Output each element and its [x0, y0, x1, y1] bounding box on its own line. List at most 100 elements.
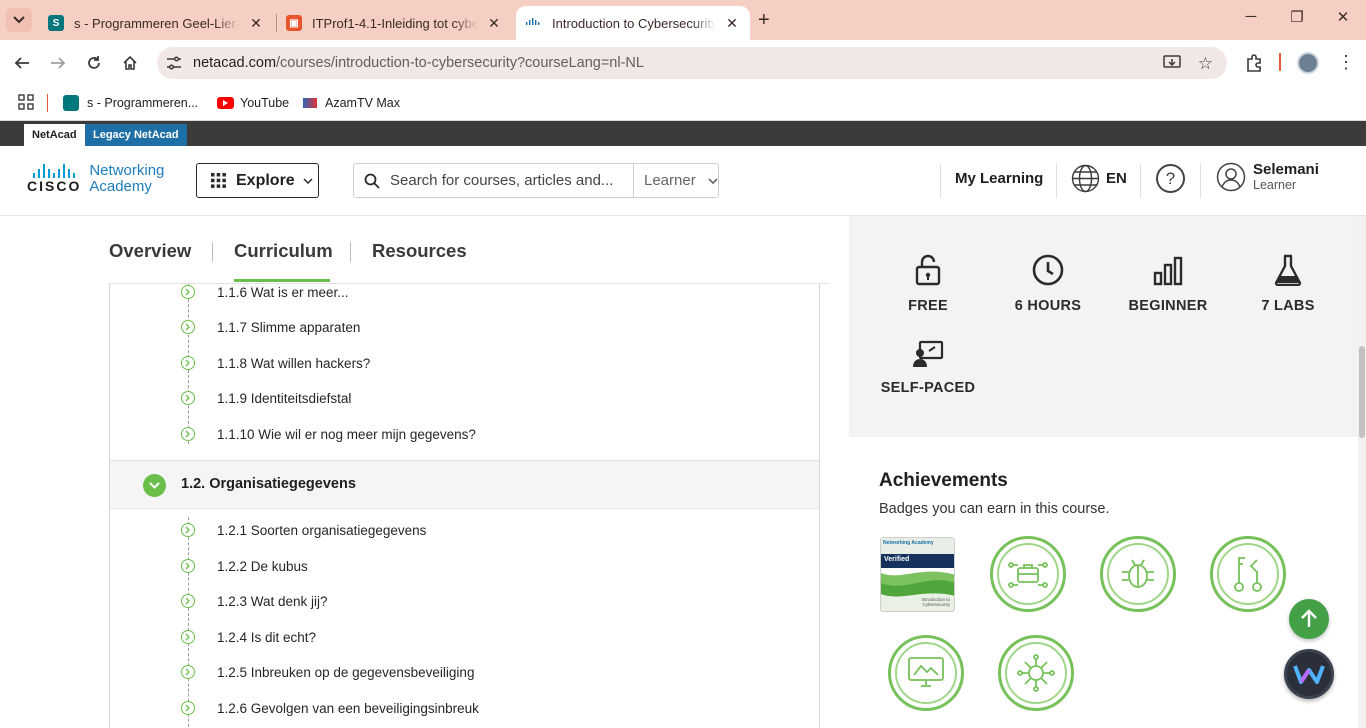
tab-curriculum[interactable]: Curriculum [234, 240, 333, 262]
list-item[interactable]: 1.1.7 Slimme apparaten [110, 310, 819, 344]
scroll-to-top-button[interactable] [1289, 599, 1329, 639]
list-item[interactable]: 1.1.9 Identiteitsdiefstal [110, 381, 819, 415]
install-app-icon[interactable] [1163, 55, 1181, 76]
bookmark-item[interactable]: YouTube [217, 92, 289, 114]
bookmark-star-icon[interactable]: ☆ [1198, 54, 1213, 74]
badge-network-lock[interactable] [998, 635, 1074, 711]
explore-button[interactable]: Explore [196, 163, 319, 198]
bookmark-item[interactable]: s - Programmeren... [63, 92, 198, 114]
clock-icon [1032, 254, 1064, 286]
section-header[interactable]: 1.2. Organisatiegegevens [110, 460, 819, 509]
badge-keys[interactable] [1210, 536, 1286, 612]
my-learning-link[interactable]: My Learning [955, 170, 1043, 187]
curriculum-list: 1.1.6 Wat is er meer... 1.1.7 Slimme app… [109, 284, 820, 728]
tab-strip: S s - Programmeren Geel-Lier-Tu ✕ ▣ ITPr… [0, 0, 1366, 40]
active-tab-underline [234, 279, 330, 282]
back-button[interactable] [11, 52, 33, 74]
reload-button[interactable] [83, 52, 105, 74]
tab-overview[interactable]: Overview [109, 240, 191, 262]
list-item-label: 1.1.8 Wat willen hackers? [217, 355, 371, 371]
close-icon[interactable]: ✕ [724, 15, 740, 32]
forward-button[interactable] [47, 52, 69, 74]
menu-dots-icon[interactable]: ⋮ [1337, 52, 1355, 72]
list-item[interactable]: 1.1.10 Wie wil er nog meer mijn gegevens… [110, 417, 819, 451]
browser-tab-3[interactable]: Introduction to Cybersecurity b ✕ [516, 6, 750, 40]
language-selector[interactable]: EN [1071, 164, 1127, 193]
list-item-label: 1.1.7 Slimme apparaten [217, 319, 361, 335]
list-item[interactable]: 1.2.4 Is dit echt? [110, 620, 819, 654]
profile-avatar[interactable] [1297, 52, 1319, 74]
list-item[interactable]: 1.2.3 Wat denk jij? [110, 584, 819, 618]
sharepoint-icon: S [48, 15, 64, 31]
netacad-tab[interactable]: NetAcad [24, 124, 85, 146]
list-item-label: 1.2.1 Soorten organisatiegegevens [217, 522, 427, 538]
list-item[interactable]: 1.2.5 Inbreuken op de gegevensbeveiligin… [110, 655, 819, 689]
list-item[interactable]: 1.2.1 Soorten organisatiegegevens [110, 513, 819, 547]
close-window-icon[interactable]: ✕ [1328, 8, 1358, 26]
feature-label: SELF-PACED [880, 380, 976, 396]
bookmark-item[interactable]: AzamTV Max [303, 92, 400, 114]
azam-icon [303, 98, 317, 108]
list-item[interactable]: 1.1.6 Wat is er meer... [110, 284, 819, 309]
url-text[interactable]: netacad.com/courses/introduction-to-cybe… [193, 55, 644, 71]
browser-tab-1[interactable]: S s - Programmeren Geel-Lier-Tu ✕ [38, 6, 274, 40]
verified-course: Introduction to Cybersecurity [921, 597, 950, 607]
close-icon[interactable]: ✕ [248, 15, 264, 32]
legacy-netacad-tab[interactable]: Legacy NetAcad [85, 124, 187, 146]
list-item-label: 1.1.6 Wat is er meer... [217, 284, 349, 300]
chevron-right-icon [181, 523, 195, 537]
chevron-right-icon [181, 594, 195, 608]
achievements-subtitle: Badges you can earn in this course. [879, 501, 1110, 517]
user-menu[interactable]: Selemani Learner [1216, 162, 1319, 192]
list-item[interactable]: 1.1.8 Wat willen hackers? [110, 346, 819, 380]
chevron-right-icon [181, 427, 195, 441]
network-lock-icon [1017, 654, 1055, 692]
assistant-button[interactable] [1284, 649, 1334, 699]
chevron-down-icon[interactable] [143, 474, 166, 497]
keys-icon [1234, 557, 1262, 592]
badge-bug[interactable] [1100, 536, 1176, 612]
browser-toolbar: netacad.com/courses/introduction-to-cybe… [0, 40, 1366, 86]
search-box: Learner [353, 163, 719, 198]
tab-search-button[interactable] [6, 8, 32, 32]
extensions-icon[interactable] [1244, 53, 1264, 78]
help-icon: ? [1165, 168, 1176, 188]
header-divider [1056, 163, 1057, 198]
cisco-networking-academy-logo[interactable]: CISCO Networking Academy [27, 163, 164, 195]
minimize-icon[interactable]: ─ [1236, 8, 1266, 25]
sharepoint-icon [63, 95, 79, 111]
tab-title: s - Programmeren Geel-Lier-Tu [74, 15, 240, 31]
tab-resources[interactable]: Resources [372, 240, 467, 262]
new-tab-button[interactable]: + [758, 9, 770, 32]
achievements-title: Achievements [879, 470, 1008, 491]
home-button[interactable] [119, 52, 141, 74]
slides-icon: ▣ [286, 15, 302, 31]
self-paced-icon [913, 340, 944, 367]
tab-title: Introduction to Cybersecurity b [552, 15, 716, 31]
user-role: Learner [1253, 178, 1297, 192]
search-input[interactable] [354, 164, 634, 197]
browser-tab-2[interactable]: ▣ ITProf1-4.1-Inleiding tot cybers ✕ [276, 6, 512, 40]
list-item-label: 1.2.3 Wat denk jij? [217, 593, 328, 609]
arrow-left-icon [14, 57, 29, 69]
badge-monitor[interactable] [888, 635, 964, 711]
apps-grid-icon[interactable] [18, 94, 34, 115]
chevron-down-icon [303, 177, 313, 184]
search-role-select[interactable]: Learner [633, 164, 719, 197]
page-scrollbar[interactable] [1358, 216, 1366, 728]
chevron-right-icon [181, 391, 195, 405]
restore-icon[interactable]: ❐ [1282, 8, 1312, 26]
verified-badge[interactable]: Networking Academy Verified Introduction… [880, 537, 955, 612]
course-tabs: Overview Curriculum Resources [109, 216, 829, 284]
list-item[interactable]: 1.2.6 Gevolgen van een beveiligingsinbre… [110, 691, 819, 725]
help-button[interactable]: ? [1156, 164, 1185, 193]
unlock-icon [915, 254, 941, 286]
header-divider [1140, 163, 1141, 198]
search-role-value: Learner [644, 172, 696, 189]
list-item[interactable]: 1.2.2 De kubus [110, 549, 819, 583]
address-bar[interactable]: netacad.com/courses/introduction-to-cybe… [157, 47, 1227, 79]
site-info-icon[interactable] [159, 48, 189, 78]
scrollbar-thumb[interactable] [1359, 346, 1365, 438]
badge-briefcase[interactable] [990, 536, 1066, 612]
close-icon[interactable]: ✕ [486, 15, 502, 32]
